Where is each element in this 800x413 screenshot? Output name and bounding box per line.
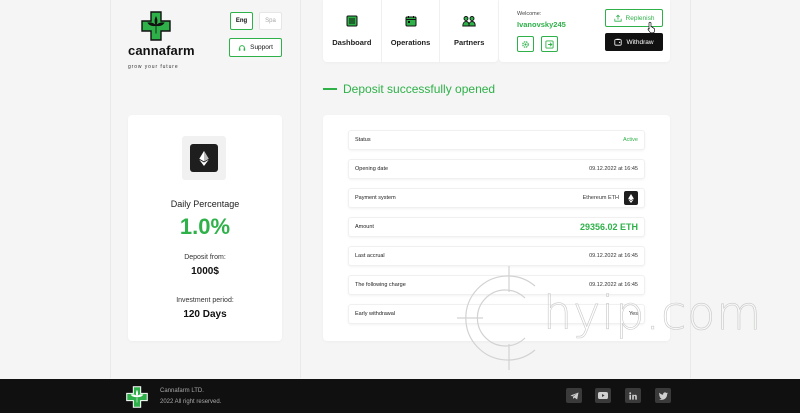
hand-cursor-icon — [647, 21, 655, 33]
wallet-icon — [614, 38, 623, 46]
gear-icon — [522, 40, 529, 48]
detail-label: Opening date — [355, 166, 389, 172]
daily-percentage-label: Daily Percentage — [170, 199, 240, 209]
payment-ethereum-badge — [624, 191, 638, 205]
currency-tile — [182, 136, 226, 180]
footer-company: Cannafarm LTD. — [160, 388, 204, 394]
language-eng-button[interactable]: Eng — [230, 12, 253, 30]
payment-system-text: Ethereum ETH — [582, 195, 619, 201]
twitter-link[interactable] — [655, 388, 671, 403]
nav-item-operations[interactable]: Operations — [382, 0, 441, 62]
footer-logo-icon[interactable] — [126, 386, 148, 408]
cannabis-cross-logo-icon — [141, 11, 171, 41]
ethereum-icon — [199, 150, 209, 166]
linkedin-icon — [629, 391, 637, 400]
telegram-link[interactable] — [566, 388, 582, 403]
deposit-summary-card: Daily Percentage 1.0% Deposit from: 1000… — [128, 115, 282, 341]
opening-date-value: 09.12.2022 at 16:45 — [589, 166, 638, 172]
username: Ivanovsky245 — [517, 20, 566, 29]
support-label: Support — [250, 44, 273, 51]
nav-label-dashboard: Dashboard — [332, 38, 372, 47]
footer-rights: 2022 All right reserved. — [160, 399, 222, 405]
nav-label-partners: Partners — [453, 38, 485, 47]
twitter-icon — [658, 391, 668, 400]
withdraw-label: Withdraw — [626, 38, 654, 46]
daily-percentage-value: 1.0% — [179, 214, 231, 239]
youtube-link[interactable] — [595, 388, 611, 403]
page-title: Deposit successfully opened — [323, 82, 495, 96]
main-navigation: Dashboard Operations Partners — [323, 0, 498, 62]
investment-period-value: 120 Days — [183, 309, 227, 320]
detail-label: Payment system — [355, 195, 396, 201]
background-line — [300, 0, 301, 378]
logout-icon — [545, 39, 554, 49]
headset-icon — [238, 44, 246, 51]
logo-name: cannafarm — [128, 43, 195, 58]
last-accrual-value: 09.12.2022 at 16:45 — [589, 253, 638, 259]
payment-system-value: Ethereum ETH — [583, 191, 638, 205]
detail-label: Last accrual — [355, 253, 385, 259]
logo-tagline: grow your future — [128, 64, 179, 70]
detail-row-opening-date: Opening date 09.12.2022 at 16:45 — [348, 159, 645, 179]
detail-label: Early withdrawal — [355, 311, 396, 317]
support-button[interactable]: Support — [229, 38, 282, 57]
page-title-text: Deposit successfully opened — [343, 82, 496, 96]
language-spa-button[interactable]: Spa — [259, 12, 282, 30]
telegram-icon — [570, 391, 578, 400]
welcome-label: Welcome: — [517, 11, 542, 17]
nav-item-partners[interactable]: Partners — [440, 0, 498, 62]
partners-icon — [462, 16, 476, 27]
logout-button[interactable] — [541, 36, 558, 52]
watermark-text: hyip.com — [543, 286, 763, 341]
detail-label: Status — [355, 137, 371, 143]
background-line — [110, 0, 111, 378]
detail-row-status: Status Active — [348, 130, 645, 150]
nav-item-dashboard[interactable]: Dashboard — [323, 0, 382, 62]
user-panel: Welcome: Ivanovsky245 Replenish Withdraw — [499, 0, 670, 62]
title-dash — [323, 88, 337, 90]
detail-row-amount: Amount 29356.02 ETH — [348, 217, 645, 237]
investment-period-label: Investment period: — [176, 297, 234, 304]
deposit-from-label: Deposit from: — [184, 254, 226, 261]
ethereum-icon — [628, 193, 634, 203]
footer: Cannafarm LTD. 2022 All right reserved. — [0, 379, 800, 413]
detail-row-payment-system: Payment system Ethereum ETH — [348, 188, 645, 208]
calendar-icon — [405, 16, 416, 27]
detail-label: Amount — [355, 224, 374, 230]
detail-label: The following charge — [355, 282, 406, 288]
status-value: Active — [623, 137, 638, 143]
youtube-icon — [598, 392, 608, 399]
settings-button[interactable] — [517, 36, 534, 52]
nav-label-operations: Operations — [390, 38, 431, 47]
deposit-from-value: 1000$ — [191, 266, 219, 277]
dashboard-icon — [346, 15, 358, 27]
detail-row-last-accrual: Last accrual 09.12.2022 at 16:45 — [348, 246, 645, 266]
site-logo[interactable]: cannafarm grow your future — [128, 11, 198, 70]
withdraw-button[interactable]: Withdraw — [605, 33, 663, 51]
amount-value: 29356.02 ETH — [579, 222, 638, 232]
upload-icon — [613, 14, 622, 22]
linkedin-link[interactable] — [625, 388, 641, 403]
